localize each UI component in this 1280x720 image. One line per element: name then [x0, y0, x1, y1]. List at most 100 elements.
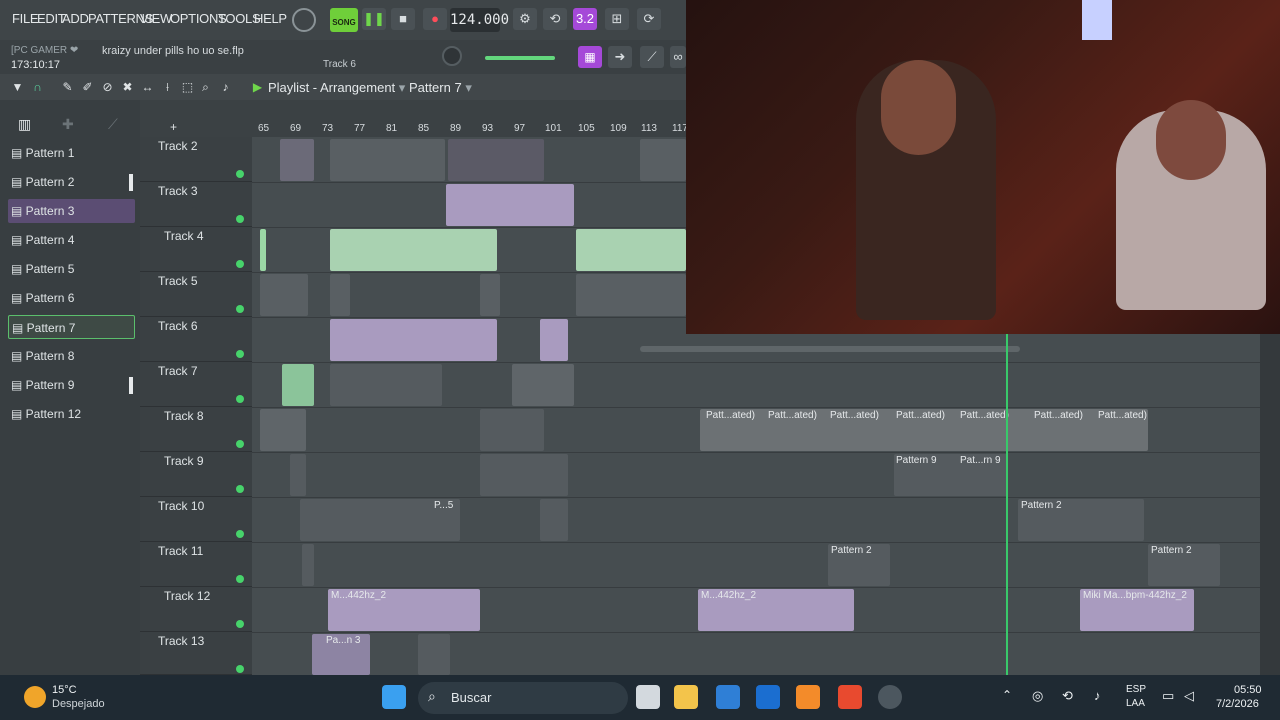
picker-audio-icon[interactable]: ✚	[62, 116, 74, 133]
timeline-ruler[interactable]	[140, 100, 686, 137]
clock-time[interactable]: 05:50	[1234, 684, 1262, 696]
slip-icon[interactable]: ↔	[140, 80, 155, 95]
keyboard-layout[interactable]: LAA	[1126, 698, 1145, 709]
pattern-list-item[interactable]: ▤ Pattern 5	[8, 257, 135, 281]
track-mute-led[interactable]	[236, 575, 244, 583]
pencil-icon[interactable]: ✎	[60, 80, 75, 95]
picker-automation-icon[interactable]: ⟋	[108, 116, 118, 133]
display-icon[interactable]: ▭	[1162, 688, 1174, 704]
next-arrow-icon[interactable]: ➜	[608, 46, 632, 68]
pattern-clip[interactable]	[330, 274, 350, 316]
stop-button[interactable]: ■	[391, 8, 415, 30]
menu-help[interactable]: HELP	[254, 11, 287, 26]
picker-piano-icon[interactable]: ▥	[18, 116, 31, 133]
menu-view[interactable]: VIEW	[140, 11, 172, 26]
playlist-window-icon[interactable]: ▦	[578, 46, 602, 68]
audio-clip[interactable]: M...442hz_2	[698, 589, 854, 631]
countdown-icon[interactable]: 3.2	[573, 8, 597, 30]
pattern-clip[interactable]	[330, 364, 442, 406]
pattern-list-item-selected[interactable]: ▤ Pattern 7	[8, 315, 135, 339]
settings-icon[interactable]	[878, 685, 902, 709]
pattern-clip[interactable]	[480, 409, 544, 451]
master-pitch-knob[interactable]	[442, 46, 462, 66]
outlook-icon[interactable]	[756, 685, 780, 709]
audio-clip[interactable]	[446, 184, 574, 226]
microphone-icon[interactable]: ♪	[1094, 688, 1101, 703]
menu-file[interactable]: FILE	[12, 11, 39, 26]
pattern-clip[interactable]	[640, 139, 686, 181]
select-icon[interactable]: ⬚	[180, 80, 195, 95]
language-indicator[interactable]: ESP	[1126, 684, 1146, 695]
tray-sync-icon[interactable]: ⟲	[1062, 688, 1073, 704]
pattern-list-item[interactable]: ▤ Pattern 12	[8, 402, 135, 426]
menu-arrow-icon[interactable]: ▼	[10, 80, 25, 95]
pattern-clip[interactable]	[280, 139, 314, 181]
speaker-tray-icon[interactable]: ◁	[1184, 688, 1194, 704]
track-mute-led[interactable]	[236, 260, 244, 268]
tray-app-icon[interactable]: ◎	[1032, 688, 1043, 704]
pattern-list-item[interactable]: ▤ Pattern 4	[8, 228, 135, 252]
audio-clip[interactable]	[330, 229, 497, 271]
pattern-clip[interactable]	[330, 139, 445, 181]
horizontal-scrollbar[interactable]	[640, 346, 1020, 352]
mixer-icon[interactable]: ⟋	[640, 46, 664, 68]
track-mute-led[interactable]	[236, 170, 244, 178]
wait-input-icon[interactable]: ⟲	[543, 8, 567, 30]
track-mute-led[interactable]	[236, 665, 244, 673]
taskbar-search-box[interactable]	[418, 682, 628, 714]
fl-studio-icon[interactable]	[796, 685, 820, 709]
track-mute-led[interactable]	[236, 530, 244, 538]
track-mute-led[interactable]	[236, 395, 244, 403]
track-mute-led[interactable]	[236, 350, 244, 358]
tray-chevron-icon[interactable]: ⌃	[1002, 688, 1012, 702]
add-track-icon[interactable]: +	[166, 120, 181, 135]
zoom-icon[interactable]: ⌕	[198, 80, 213, 95]
weather-icon[interactable]	[24, 686, 46, 708]
pattern-clip[interactable]	[260, 274, 308, 316]
tempo-display[interactable]: 124.000	[450, 8, 509, 32]
pattern-clip[interactable]	[576, 274, 686, 316]
pattern-clip[interactable]	[448, 139, 544, 181]
audio-clip[interactable]	[260, 229, 266, 271]
metronome-icon[interactable]: ⚙	[513, 8, 537, 30]
audio-clip[interactable]	[540, 319, 568, 361]
audio-clip[interactable]	[330, 319, 497, 361]
audio-clip[interactable]: Patt...ated) Patt...ated) Patt...ated) P…	[700, 409, 1148, 451]
audio-clip[interactable]: Miki Ma...bpm-442hz_2	[1080, 589, 1194, 631]
link-icon[interactable]: ∞	[670, 46, 686, 68]
blend-notes-icon[interactable]: ⟳	[637, 8, 661, 30]
store-icon[interactable]	[716, 685, 740, 709]
track-mute-led[interactable]	[236, 620, 244, 628]
pattern-clip[interactable]: Pattern 9 Pat...rn 9	[894, 454, 1008, 496]
pattern-clip[interactable]: Pattern 2	[828, 544, 890, 586]
windows-start-icon[interactable]	[382, 685, 406, 709]
brave-icon[interactable]	[838, 685, 862, 709]
pattern-clip[interactable]	[540, 499, 568, 541]
magnet-icon[interactable]: ∩	[30, 80, 45, 95]
pattern-list-item[interactable]: ▤ Pattern 9	[8, 373, 135, 397]
slice-icon[interactable]: ⟊	[160, 80, 175, 95]
pattern-list-item[interactable]: ▤ Pattern 1	[8, 141, 135, 165]
track-mute-led[interactable]	[236, 305, 244, 313]
delete-icon[interactable]: ⊘	[100, 80, 115, 95]
task-view-icon[interactable]	[636, 685, 660, 709]
audio-clip[interactable]	[512, 364, 574, 406]
track-mute-led[interactable]	[236, 215, 244, 223]
pattern-clip[interactable]	[418, 634, 450, 675]
audio-clip[interactable]: M...442hz_2	[328, 589, 480, 631]
speaker-icon[interactable]: ♪	[218, 80, 233, 95]
pattern-clip[interactable]	[290, 454, 306, 496]
clock-date[interactable]: 7/2/2026	[1216, 698, 1259, 710]
play-arrow-icon[interactable]: ▶	[250, 80, 265, 95]
song-pattern-toggle[interactable]: SONG	[330, 8, 358, 32]
pattern-clip[interactable]	[480, 454, 568, 496]
pattern-list-item[interactable]: ▤ Pattern 6	[8, 286, 135, 310]
pattern-clip[interactable]	[480, 274, 500, 316]
pause-button[interactable]: ❚❚	[362, 8, 386, 30]
audio-clip[interactable]	[576, 229, 686, 271]
record-button[interactable]: ●	[423, 8, 447, 30]
pattern-clip[interactable]: Pattern 2	[1148, 544, 1220, 586]
pattern-clip[interactable]: Pa...n 3	[312, 634, 370, 675]
pattern-list-item[interactable]: ▤ Pattern 3	[8, 199, 135, 223]
mute-icon[interactable]: ✖	[120, 80, 135, 95]
